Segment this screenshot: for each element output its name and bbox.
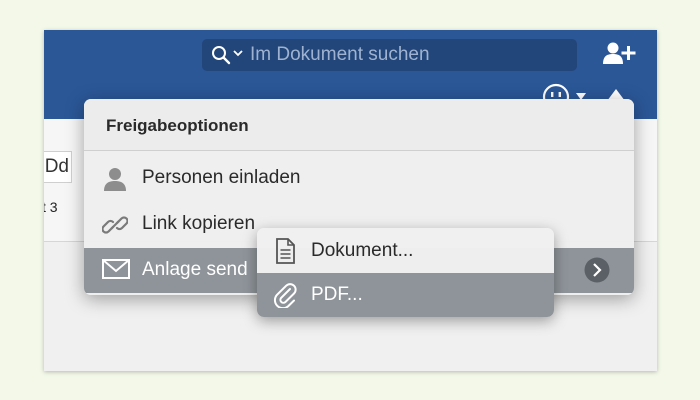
envelope-icon bbox=[102, 259, 130, 279]
paperclip-icon bbox=[273, 283, 297, 308]
document-icon bbox=[276, 238, 295, 264]
menu-title: Freigabeoptionen bbox=[84, 99, 634, 151]
submenu-item-pdf[interactable]: PDF... bbox=[257, 273, 554, 317]
search-placeholder: Im Dokument suchen bbox=[250, 44, 430, 65]
search-field[interactable]: Im Dokument suchen bbox=[202, 39, 577, 71]
menu-item-label: Link kopieren bbox=[142, 213, 256, 234]
chevron-down-icon[interactable] bbox=[233, 50, 243, 57]
add-person-icon[interactable] bbox=[602, 41, 636, 65]
attachment-submenu: Dokument... PDF... bbox=[257, 228, 554, 317]
chevron-right-circle-icon[interactable] bbox=[583, 256, 611, 284]
ribbon-label-fragment: t 3 bbox=[44, 199, 58, 215]
submenu-item-label: PDF... bbox=[311, 284, 363, 305]
menu-item-label: Personen einladen bbox=[142, 167, 301, 188]
menu-item-label: Anlage send bbox=[142, 259, 248, 280]
style-swatch[interactable]: Dd bbox=[44, 151, 72, 183]
submenu-item-document[interactable]: Dokument... bbox=[257, 229, 554, 273]
search-icon bbox=[212, 46, 231, 65]
submenu-item-label: Dokument... bbox=[311, 240, 414, 261]
link-icon bbox=[102, 216, 128, 234]
menu-item-invite-people[interactable]: Personen einladen bbox=[84, 156, 634, 201]
person-icon bbox=[104, 168, 126, 191]
